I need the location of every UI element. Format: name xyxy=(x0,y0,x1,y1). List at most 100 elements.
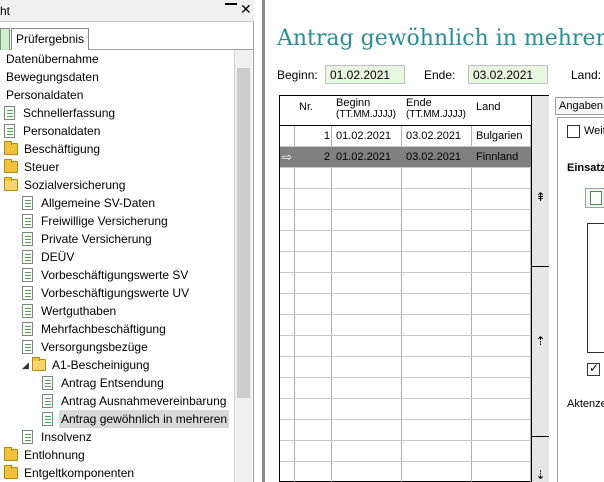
tree-item-label: Private Versicherung xyxy=(41,232,152,246)
tree-item-label: Bewegungsdaten xyxy=(6,70,99,84)
table-row[interactable] xyxy=(280,420,531,441)
ende-field[interactable]: 03.02.2021 xyxy=(468,65,548,84)
tree-item-label: Allgemeine SV-Daten xyxy=(41,196,156,210)
tree-item[interactable]: Insolvenz xyxy=(22,428,94,446)
navigation-tree: Datenübernahme Bewegungsdaten Personaldate… xyxy=(0,50,234,482)
k-checkbox[interactable] xyxy=(587,361,600,376)
content-pane: Antrag gewöhnlich in mehrere Beginn: 01.… xyxy=(262,0,604,482)
tree-item[interactable]: Beschäftigung xyxy=(4,140,102,158)
document-icon xyxy=(22,232,33,246)
table-row[interactable] xyxy=(280,210,531,231)
cell-nr: 2 xyxy=(323,151,330,163)
tree-item[interactable]: Antrag Ausnahmevereinbarung xyxy=(42,392,228,410)
tree-item[interactable]: Mehrfachbeschäftigung xyxy=(22,320,168,338)
tree-item-label: Mehrfachbeschäftigung xyxy=(41,322,166,336)
weitere-checkbox[interactable] xyxy=(567,125,580,138)
table-row[interactable] xyxy=(280,336,531,357)
close-icon[interactable]: ✕ xyxy=(240,2,252,16)
tree-item-label: Schnellerfassung xyxy=(23,106,116,120)
document-icon xyxy=(42,376,53,390)
tree-item-label: Antrag Ausnahmevereinbarung xyxy=(61,394,227,408)
tree-item-label: Steuer xyxy=(24,160,60,174)
document-icon xyxy=(22,430,33,444)
tree-item-label: Antrag gewöhnlich in mehreren xyxy=(59,410,230,428)
table-row[interactable]: ⇨ 2 01.02.2021 03.02.2021 Finnland xyxy=(280,147,531,168)
header-beginn-format: (TT.MM.JJJJ) xyxy=(336,109,396,120)
document-icon xyxy=(4,124,15,138)
header-ende-label: Ende xyxy=(406,97,432,109)
table-row[interactable] xyxy=(280,252,531,273)
nav-scrollbar-thumb[interactable] xyxy=(237,68,250,398)
tree-item-label: DEÜV xyxy=(41,250,75,264)
table-row[interactable] xyxy=(280,441,531,462)
cell-land: Bulgarien xyxy=(476,130,523,142)
tree-item-label: Datenübernahme xyxy=(6,52,99,66)
table-row[interactable] xyxy=(280,378,531,399)
tree-item-label: Sozialversicherung xyxy=(24,178,126,192)
tree-item[interactable]: Schnellerfassung xyxy=(4,104,117,122)
tree-item[interactable]: Entgeltkomponenten xyxy=(4,464,136,482)
tree-item[interactable]: Allgemeine SV-Daten xyxy=(22,194,157,212)
tree-item[interactable]: Versorgungsbezüge xyxy=(22,338,150,356)
tree-item[interactable]: Antrag Entsendung xyxy=(42,374,166,392)
grid-scrollbar[interactable]: ⇞ ⇡ ⇣ xyxy=(531,96,549,482)
folder-icon xyxy=(4,465,18,479)
tree-item-label: Vorbeschäftigungswerte UV xyxy=(41,286,190,300)
tree-item-label: Personaldaten xyxy=(6,88,84,102)
tree-item[interactable]: Sozialversicherung xyxy=(4,176,127,194)
einsatz-list[interactable] xyxy=(587,223,604,353)
scroll-up-icon[interactable]: ⇡ xyxy=(532,334,549,348)
tab-navigation[interactable] xyxy=(0,28,10,50)
tree-item[interactable]: Freiwillige Versicherung xyxy=(22,212,170,230)
scroll-to-top-icon[interactable]: ⇞ xyxy=(532,190,549,204)
tree-item[interactable]: DEÜV xyxy=(22,248,76,266)
folder-open-icon xyxy=(4,177,18,191)
tree-item[interactable]: Private Versicherung xyxy=(22,230,154,248)
tree-item[interactable]: Wertguthaben xyxy=(22,302,118,320)
tab-pruefergebnis[interactable]: Prüfergebnis xyxy=(11,28,89,50)
beginn-label: Beginn: xyxy=(277,68,318,82)
header-land[interactable]: Land xyxy=(472,96,531,126)
document-icon xyxy=(4,106,15,120)
tree-item[interactable]: Bewegungsdaten xyxy=(4,68,101,86)
table-row[interactable] xyxy=(280,315,531,336)
table-row[interactable] xyxy=(280,168,531,189)
beginn-field[interactable]: 01.02.2021 xyxy=(325,65,405,84)
tree-item-label: Beschäftigung xyxy=(24,142,101,156)
ende-label: Ende: xyxy=(424,68,456,82)
table-row[interactable] xyxy=(280,189,531,210)
scroll-down-icon[interactable]: ⇣ xyxy=(532,468,549,482)
table-row[interactable] xyxy=(280,231,531,252)
tree-item[interactable]: Entlohnung xyxy=(4,446,87,464)
scroll-divider-2 xyxy=(532,436,549,437)
tree-item[interactable]: Personaldaten xyxy=(4,86,85,104)
header-ende[interactable]: Ende (TT.MM.JJJJ) xyxy=(402,96,472,126)
tree-item[interactable]: Vorbeschäftigungswerte SV xyxy=(22,266,190,284)
tree-item[interactable]: Datenübernahme xyxy=(4,50,101,68)
table-row[interactable] xyxy=(280,462,531,482)
pin-icon[interactable] xyxy=(225,3,237,15)
header-ende-format: (TT.MM.JJJJ) xyxy=(406,109,466,120)
tree-item-label: Freiwillige Versicherung xyxy=(41,214,168,228)
table-row[interactable] xyxy=(280,357,531,378)
table-row[interactable] xyxy=(280,294,531,315)
collapse-arrow-icon[interactable]: ◢ xyxy=(22,356,32,374)
tab-angaben[interactable]: Angaben xyxy=(555,97,604,115)
table-row[interactable] xyxy=(280,399,531,420)
tree-item[interactable]: Vorbeschäftigungswerte UV xyxy=(22,284,191,302)
tree-item[interactable]: Antrag gewöhnlich in mehreren xyxy=(42,410,230,428)
header-nr[interactable]: Nr. xyxy=(295,96,332,126)
tree-item[interactable]: Personaldaten xyxy=(4,122,102,140)
document-icon xyxy=(22,322,33,336)
add-einsatz-button[interactable] xyxy=(585,188,604,208)
header-beginn[interactable]: Beginn (TT.MM.JJJJ) xyxy=(332,96,402,126)
antrag-grid: Nr. Beginn (TT.MM.JJJJ) Ende (TT.MM.JJJJ… xyxy=(279,95,549,482)
scroll-divider xyxy=(532,266,549,267)
document-icon xyxy=(22,214,33,228)
table-row[interactable]: 1 01.02.2021 03.02.2021 Bulgarien xyxy=(280,126,531,147)
tree-item[interactable]: ◢ A1-Bescheinigung xyxy=(22,356,151,374)
nav-scrollbar[interactable] xyxy=(234,50,252,482)
tree-item-label: Entgeltkomponenten xyxy=(24,466,135,480)
table-row[interactable] xyxy=(280,273,531,294)
tree-item[interactable]: Steuer xyxy=(4,158,61,176)
